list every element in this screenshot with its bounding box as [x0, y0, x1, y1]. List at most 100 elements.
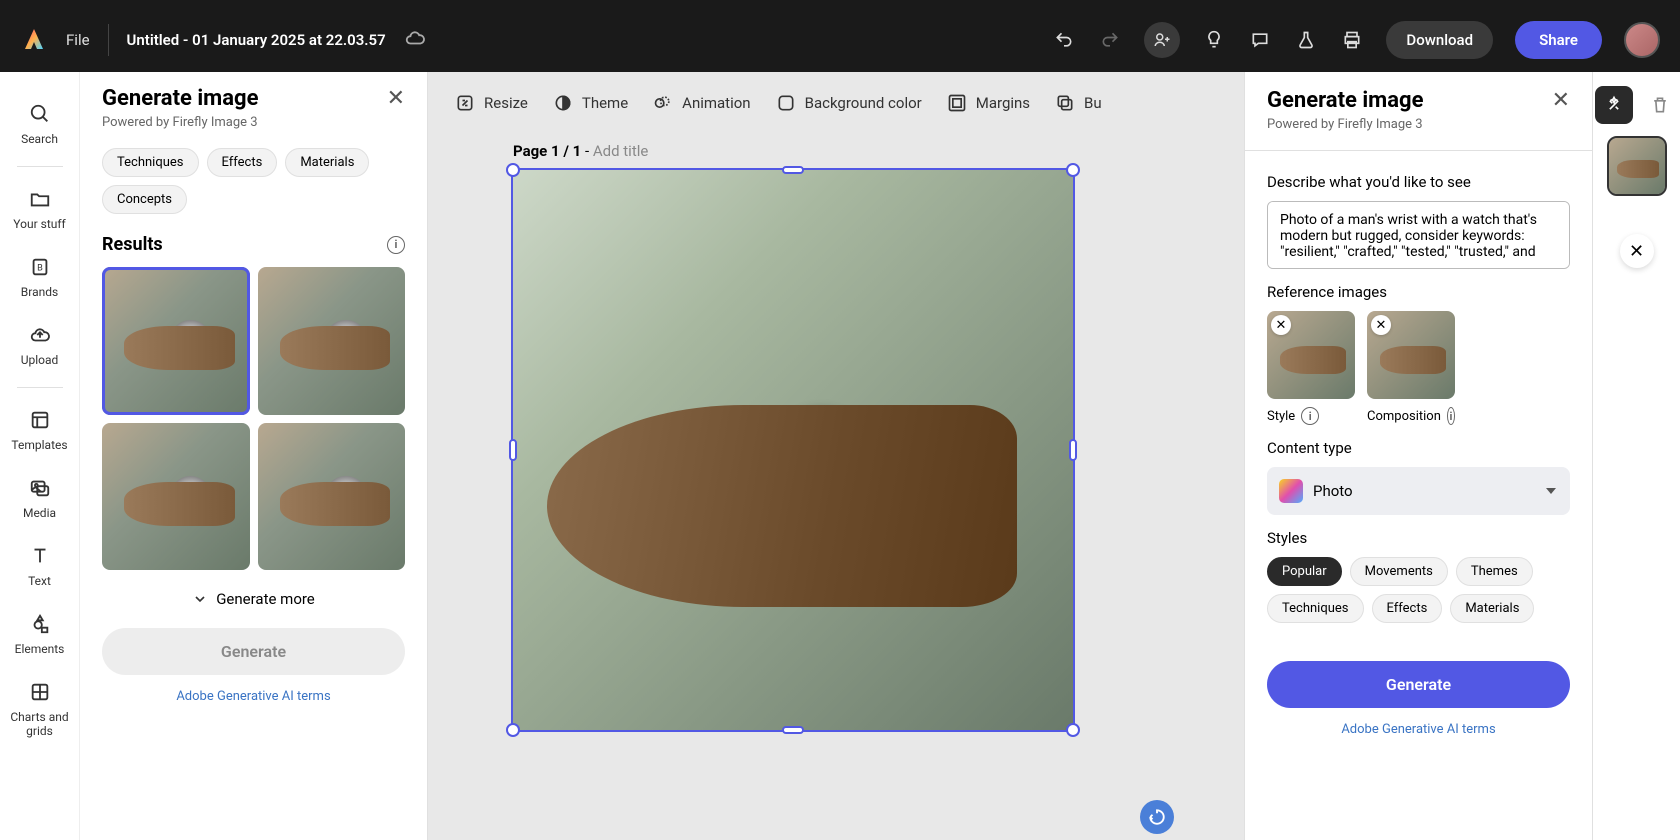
handle-se[interactable]	[1066, 723, 1080, 737]
comment-icon[interactable]	[1248, 28, 1272, 52]
generate-button-disabled: Generate	[102, 628, 405, 675]
rail-search[interactable]: Search	[0, 92, 79, 156]
close-rail-icon[interactable]: ✕	[1620, 234, 1654, 268]
ref-image-composition[interactable]: ✕	[1367, 311, 1455, 399]
user-avatar[interactable]	[1624, 22, 1660, 58]
canvas-selected-image[interactable]	[513, 170, 1073, 730]
info-icon[interactable]: i	[1301, 407, 1319, 425]
media-icon	[28, 476, 52, 500]
delete-icon[interactable]	[1641, 86, 1679, 124]
rail-label: Upload	[21, 353, 59, 367]
svg-text:B: B	[37, 264, 43, 274]
prompt-input[interactable]	[1267, 201, 1570, 269]
tag-materials[interactable]: Materials	[285, 148, 369, 177]
divider	[108, 24, 109, 56]
rail-charts-grids[interactable]: Charts and grids	[0, 670, 79, 749]
handle-nw[interactable]	[506, 163, 520, 177]
handle-e[interactable]	[1069, 439, 1077, 461]
document-title[interactable]: Untitled - 01 January 2025 at 22.03.57	[127, 31, 386, 49]
info-icon[interactable]: i	[387, 236, 405, 254]
cloud-icon[interactable]	[404, 27, 426, 53]
style-tag-materials[interactable]: Materials	[1450, 594, 1534, 623]
handle-w[interactable]	[509, 439, 517, 461]
bgcolor-icon	[775, 92, 797, 114]
ctx-margins[interactable]: Margins	[946, 92, 1030, 114]
download-button[interactable]: Download	[1386, 21, 1493, 59]
result-thumb-1[interactable]	[102, 267, 250, 415]
search-icon	[28, 102, 52, 126]
content-type-select[interactable]: Photo	[1267, 467, 1570, 515]
filter-tags: Techniques Effects Materials Concepts	[102, 148, 405, 214]
rail-your-stuff[interactable]: Your stuff	[0, 177, 79, 241]
right-rail: ✕	[1592, 72, 1680, 840]
style-tag-popular[interactable]: Popular	[1267, 557, 1342, 586]
info-icon[interactable]: i	[1447, 407, 1455, 425]
result-thumb-2[interactable]	[258, 267, 406, 415]
brand-icon: B	[28, 255, 52, 279]
remove-ref-icon[interactable]: ✕	[1271, 315, 1291, 335]
close-icon[interactable]: ✕	[1552, 88, 1570, 113]
left-rail: Search Your stuff B Brands Upload Templa…	[0, 72, 80, 840]
beaker-icon[interactable]	[1294, 28, 1318, 52]
tag-effects[interactable]: Effects	[207, 148, 278, 177]
ai-generate-tool[interactable]	[1595, 86, 1633, 124]
rail-brands[interactable]: B Brands	[0, 245, 79, 309]
layer-thumbnail[interactable]	[1609, 138, 1665, 194]
elements-icon	[28, 612, 52, 636]
ctx-more[interactable]: Bu	[1054, 92, 1102, 114]
styles-label: Styles	[1267, 529, 1570, 547]
rail-label: Brands	[21, 285, 58, 299]
rail-label: Search	[21, 132, 58, 146]
rail-label: Charts and grids	[0, 710, 79, 739]
undo-icon[interactable]	[1052, 28, 1076, 52]
canvas-area: Resize Theme Animation Background color …	[428, 72, 1244, 840]
handle-n[interactable]	[782, 166, 804, 174]
rail-media[interactable]: Media	[0, 466, 79, 530]
rail-text[interactable]: Text	[0, 534, 79, 598]
rail-label: Elements	[15, 642, 65, 656]
rail-label: Templates	[11, 438, 67, 452]
separator	[17, 166, 63, 167]
file-menu[interactable]: File	[66, 31, 90, 49]
ref-style-label: Stylei	[1267, 407, 1355, 425]
tag-techniques[interactable]: Techniques	[102, 148, 199, 177]
ctx-resize[interactable]: Resize	[454, 92, 528, 114]
rail-upload[interactable]: Upload	[0, 313, 79, 377]
tag-concepts[interactable]: Concepts	[102, 185, 187, 214]
ctx-background[interactable]: Background color	[775, 92, 922, 114]
page-label[interactable]: Page 1 / 1 - Add title	[513, 142, 1204, 160]
ref-image-style[interactable]: ✕	[1267, 311, 1355, 399]
terms-link[interactable]: Adobe Generative AI terms	[102, 689, 405, 704]
generate-more-button[interactable]: Generate more	[102, 590, 405, 608]
handle-s[interactable]	[782, 726, 804, 734]
share-button[interactable]: Share	[1515, 21, 1602, 59]
results-label: Results	[102, 234, 163, 255]
invite-icon[interactable]	[1144, 22, 1180, 58]
ctx-animation[interactable]: Animation	[652, 92, 750, 114]
style-tag-themes[interactable]: Themes	[1456, 557, 1533, 586]
rail-templates[interactable]: Templates	[0, 398, 79, 462]
handle-sw[interactable]	[506, 723, 520, 737]
close-icon[interactable]: ✕	[387, 86, 405, 111]
ctx-theme[interactable]: Theme	[552, 92, 628, 114]
style-tag-movements[interactable]: Movements	[1350, 557, 1448, 586]
generate-button[interactable]: Generate	[1267, 661, 1570, 708]
panel-subtitle: Powered by Firefly Image 3	[1267, 117, 1570, 132]
print-icon[interactable]	[1340, 28, 1364, 52]
rail-elements[interactable]: Elements	[0, 602, 79, 666]
result-thumb-4[interactable]	[258, 423, 406, 571]
style-tag-techniques[interactable]: Techniques	[1267, 594, 1364, 623]
upload-icon	[28, 323, 52, 347]
redo-icon[interactable]	[1098, 28, 1122, 52]
generate-panel-left: Generate image ✕ Powered by Firefly Imag…	[80, 72, 428, 840]
result-thumb-3[interactable]	[102, 423, 250, 571]
adobe-logo[interactable]	[20, 26, 48, 54]
terms-link[interactable]: Adobe Generative AI terms	[1267, 722, 1570, 737]
tips-icon[interactable]	[1202, 28, 1226, 52]
ref-composition-label: Compositioni	[1367, 407, 1455, 425]
handle-ne[interactable]	[1066, 163, 1080, 177]
remove-ref-icon[interactable]: ✕	[1371, 315, 1391, 335]
history-icon[interactable]	[1140, 800, 1174, 834]
style-tag-effects[interactable]: Effects	[1372, 594, 1443, 623]
text-icon	[28, 544, 52, 568]
